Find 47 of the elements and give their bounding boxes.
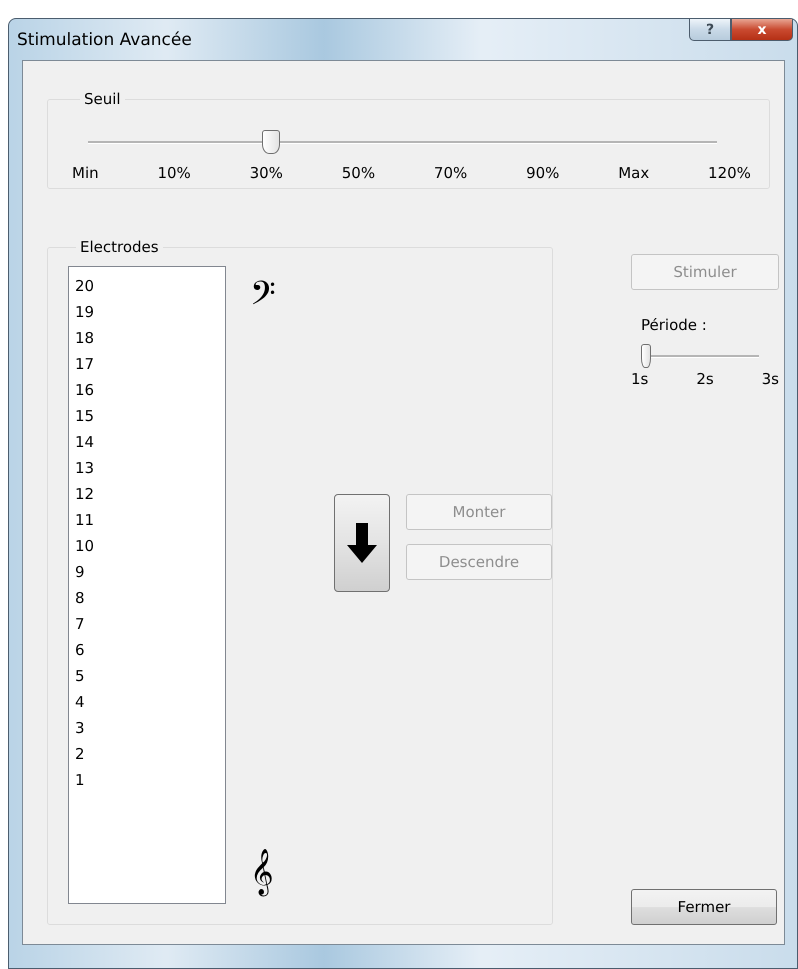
tick-label: Min (72, 164, 99, 182)
tick-label: 10% (157, 164, 191, 182)
list-item[interactable]: 10 (75, 533, 225, 559)
list-item[interactable]: 16 (75, 377, 225, 403)
list-item[interactable]: 1 (75, 767, 225, 793)
tick-label: 30% (250, 164, 283, 182)
slider-thumb[interactable] (641, 344, 651, 368)
slider[interactable] (88, 130, 717, 154)
close-dialog-button[interactable]: Fermer (631, 889, 777, 925)
down-arrow-icon (347, 523, 377, 563)
tick-label: 120% (708, 164, 751, 182)
list-item[interactable]: 8 (75, 585, 225, 611)
help-button[interactable]: ? (689, 19, 731, 41)
list-item[interactable]: 7 (75, 611, 225, 637)
slider-thumb[interactable] (262, 130, 280, 154)
bass-clef-icon: 𝄢 (250, 266, 310, 330)
list-item[interactable]: 2 (75, 741, 225, 767)
list-item[interactable]: 15 (75, 403, 225, 429)
list-item[interactable]: 17 (75, 351, 225, 377)
close-button[interactable]: x (731, 19, 793, 41)
move-down-button[interactable] (334, 494, 390, 592)
list-item[interactable]: 14 (75, 429, 225, 455)
tick-label: Max (618, 164, 650, 182)
period-label: Période : (641, 316, 708, 334)
tick-label: 50% (342, 164, 376, 182)
electrode-list[interactable]: 20 19 18 17 16 15 14 13 12 11 10 9 8 7 6 5 4 3 2 1 (68, 266, 226, 904)
list-item[interactable]: 20 (75, 273, 225, 299)
tick-label: 70% (434, 164, 468, 182)
tick-label: 1s (631, 370, 648, 388)
list-item[interactable]: 6 (75, 637, 225, 663)
tick-label: 3s (762, 370, 779, 388)
list-item[interactable]: 19 (75, 299, 225, 325)
list-item[interactable]: 4 (75, 689, 225, 715)
list-item[interactable]: 9 (75, 559, 225, 585)
list-item[interactable]: 3 (75, 715, 225, 741)
window-title: Stimulation Avancée (17, 30, 192, 50)
list-item[interactable]: 12 (75, 481, 225, 507)
treble-clef-icon: 𝄞 (250, 840, 310, 904)
list-item[interactable]: 11 (75, 507, 225, 533)
list-item[interactable]: 13 (75, 455, 225, 481)
slider[interactable] (641, 344, 759, 368)
list-item[interactable]: 5 (75, 663, 225, 689)
tick-label: 90% (526, 164, 560, 182)
tick-label: 2s (696, 370, 714, 388)
list-item[interactable]: 18 (75, 325, 225, 351)
group-label: Seuil (83, 90, 122, 108)
group-label: Electrodes (79, 238, 160, 256)
